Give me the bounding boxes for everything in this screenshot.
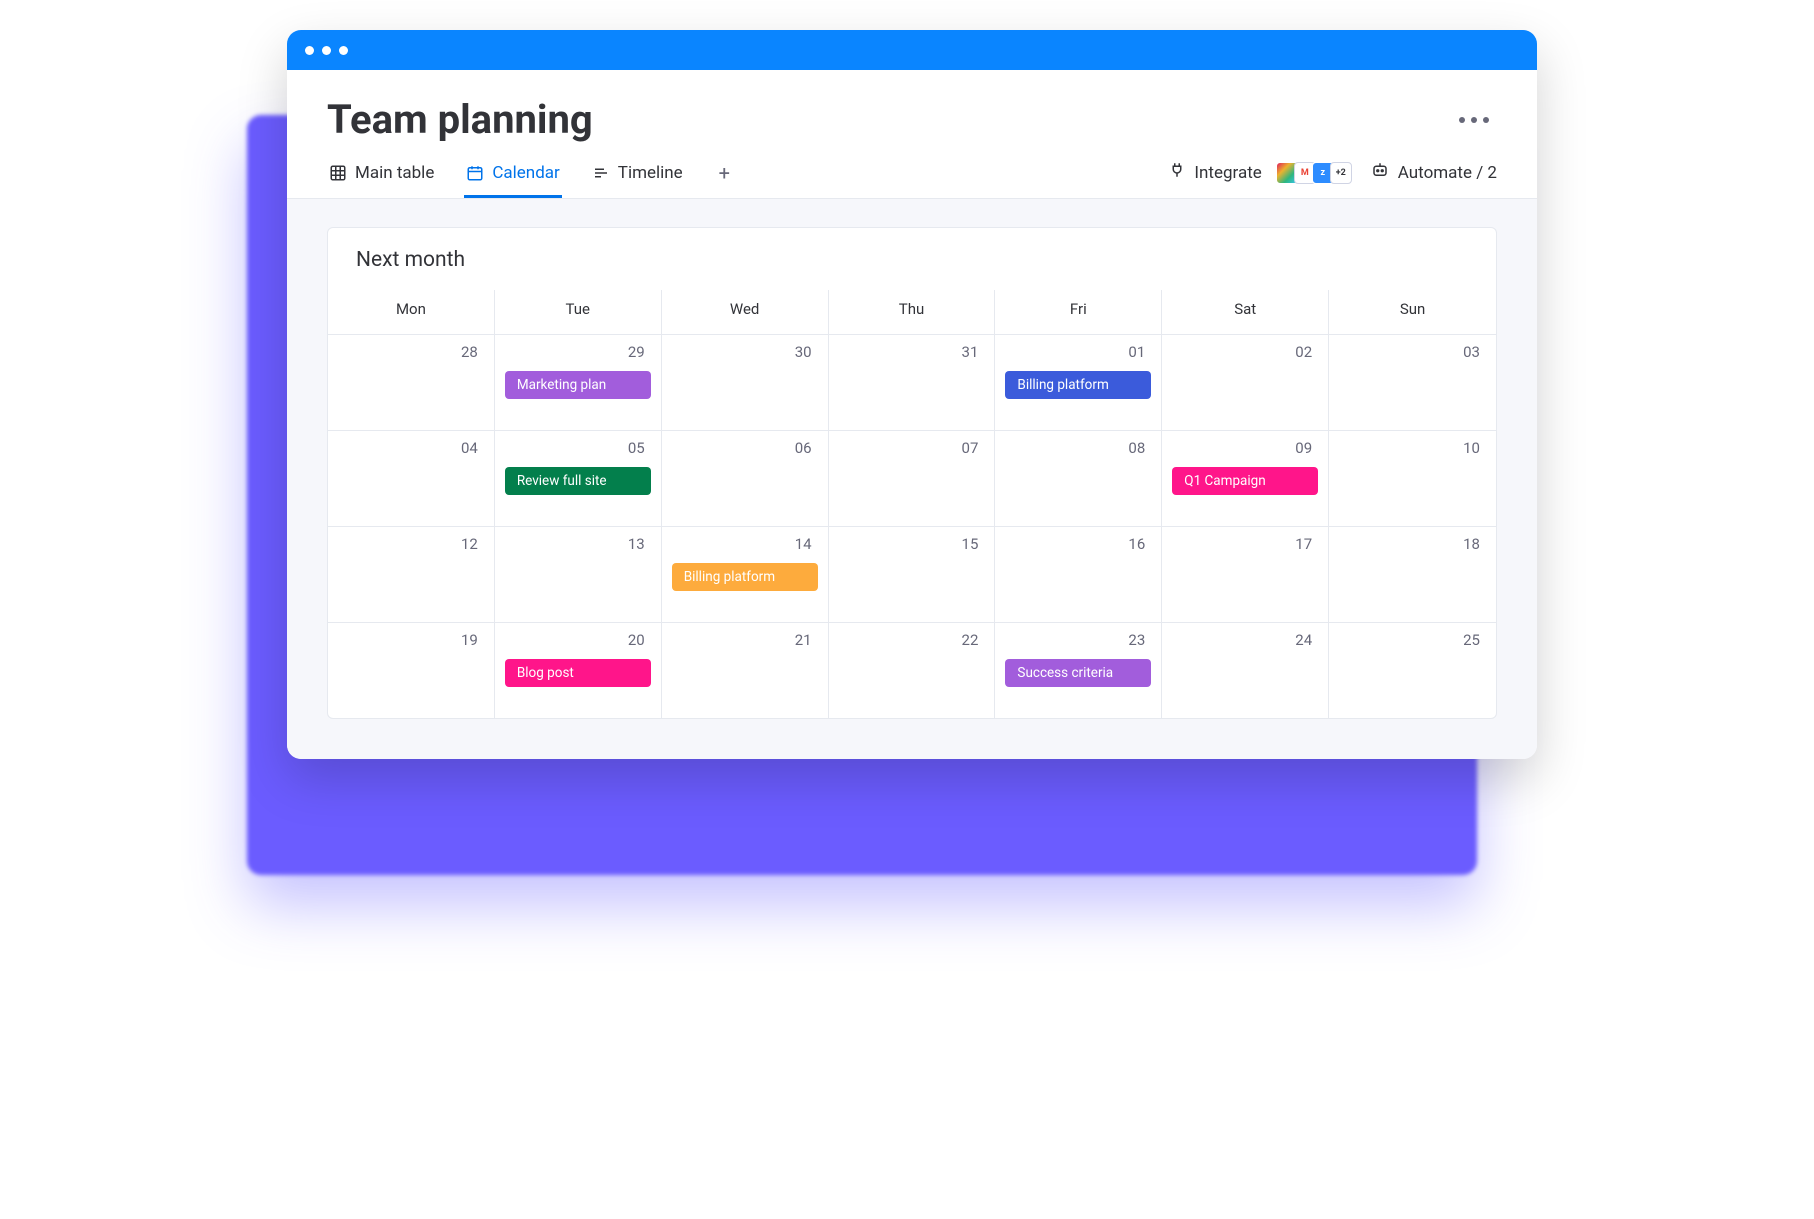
calendar-cell[interactable]: 20 Blog post <box>495 622 662 718</box>
date-number: 14 <box>672 535 818 553</box>
calendar-cell[interactable]: 31 <box>829 334 996 430</box>
calendar-cell[interactable]: 23 Success criteria <box>995 622 1162 718</box>
date-number: 16 <box>1005 535 1151 553</box>
date-number: 18 <box>1339 535 1486 553</box>
weekday-header: Thu <box>829 290 996 334</box>
calendar-event[interactable]: Billing platform <box>1005 371 1151 399</box>
date-number: 20 <box>505 631 651 649</box>
tab-label: Main table <box>355 163 434 183</box>
calendar-cell[interactable]: 09 Q1 Campaign <box>1162 430 1329 526</box>
tab-main-table[interactable]: Main table <box>327 157 436 198</box>
calendar-cell[interactable]: 08 <box>995 430 1162 526</box>
weekday-header: Sun <box>1329 290 1496 334</box>
tab-calendar[interactable]: Calendar <box>464 157 561 198</box>
date-number: 09 <box>1172 439 1318 457</box>
date-number: 02 <box>1172 343 1318 361</box>
calendar-cell[interactable]: 28 <box>328 334 495 430</box>
window-dot <box>339 46 348 55</box>
date-number: 13 <box>505 535 651 553</box>
calendar-cell[interactable]: 15 <box>829 526 996 622</box>
date-number: 05 <box>505 439 651 457</box>
automate-button[interactable]: Automate / 2 <box>1370 161 1497 184</box>
date-number: 15 <box>839 535 985 553</box>
date-number: 29 <box>505 343 651 361</box>
date-number: 01 <box>1005 343 1151 361</box>
calendar-cell[interactable]: 24 <box>1162 622 1329 718</box>
calendar-cell[interactable]: 06 <box>662 430 829 526</box>
tab-label: Calendar <box>492 163 559 183</box>
date-number: 28 <box>338 343 484 361</box>
calendar-event[interactable]: Blog post <box>505 659 651 687</box>
date-number: 04 <box>338 439 484 457</box>
calendar-event[interactable]: Billing platform <box>672 563 818 591</box>
weekday-header: Mon <box>328 290 495 334</box>
calendar-cell[interactable]: 17 <box>1162 526 1329 622</box>
calendar-cell[interactable]: 12 <box>328 526 495 622</box>
calendar-cell[interactable]: 19 <box>328 622 495 718</box>
add-view-button[interactable]: + <box>713 161 736 195</box>
calendar-cell[interactable]: 13 <box>495 526 662 622</box>
calendar-cell[interactable]: 05 Review full site <box>495 430 662 526</box>
app-window: Team planning Main table Calendar <box>287 30 1537 759</box>
calendar-cell[interactable]: 04 <box>328 430 495 526</box>
calendar-cell[interactable]: 18 <box>1329 526 1496 622</box>
page-title: Team planning <box>327 96 593 143</box>
calendar-cell[interactable]: 01 Billing platform <box>995 334 1162 430</box>
calendar-event[interactable]: Marketing plan <box>505 371 651 399</box>
window-dot <box>322 46 331 55</box>
weekday-header: Wed <box>662 290 829 334</box>
calendar-panel: Next month MonTueWedThuFriSatSun 28 29 Mar… <box>327 227 1497 719</box>
date-number: 23 <box>1005 631 1151 649</box>
date-number: 12 <box>338 535 484 553</box>
date-number: 10 <box>1339 439 1486 457</box>
calendar-event[interactable]: Review full site <box>505 467 651 495</box>
window-dot <box>305 46 314 55</box>
timeline-icon <box>592 164 610 182</box>
calendar-cell[interactable]: 02 <box>1162 334 1329 430</box>
tab-timeline[interactable]: Timeline <box>590 157 685 198</box>
window-titlebar <box>287 30 1537 70</box>
integration-more-badge: +2 <box>1330 162 1352 184</box>
plug-icon <box>1168 161 1186 184</box>
calendar-cell[interactable]: 22 <box>829 622 996 718</box>
calendar-cell[interactable]: 29 Marketing plan <box>495 334 662 430</box>
weekday-header: Fri <box>995 290 1162 334</box>
automate-label: Automate / 2 <box>1398 163 1497 183</box>
date-number: 24 <box>1172 631 1318 649</box>
date-number: 21 <box>672 631 818 649</box>
calendar-cell[interactable]: 10 <box>1329 430 1496 526</box>
calendar-icon <box>466 164 484 182</box>
table-icon <box>329 164 347 182</box>
view-tabs: Main table Calendar Timeline + <box>327 157 736 198</box>
calendar-cell[interactable]: 16 <box>995 526 1162 622</box>
calendar-cell[interactable]: 30 <box>662 334 829 430</box>
integrate-label: Integrate <box>1194 163 1261 183</box>
calendar-cell[interactable]: 07 <box>829 430 996 526</box>
date-number: 07 <box>839 439 985 457</box>
calendar-event[interactable]: Q1 Campaign <box>1172 467 1318 495</box>
integration-badges[interactable]: M z +2 <box>1280 162 1352 184</box>
calendar-cell[interactable]: 25 <box>1329 622 1496 718</box>
date-number: 22 <box>839 631 985 649</box>
calendar-cell[interactable]: 03 <box>1329 334 1496 430</box>
date-number: 19 <box>338 631 484 649</box>
date-number: 08 <box>1005 439 1151 457</box>
more-options-button[interactable] <box>1451 109 1497 131</box>
calendar-title: Next month <box>328 248 1496 290</box>
date-number: 25 <box>1339 631 1486 649</box>
integrate-button[interactable]: Integrate <box>1168 161 1261 184</box>
robot-icon <box>1370 161 1390 184</box>
weekday-header: Tue <box>495 290 662 334</box>
date-number: 03 <box>1339 343 1486 361</box>
calendar-event[interactable]: Success criteria <box>1005 659 1151 687</box>
weekday-header: Sat <box>1162 290 1329 334</box>
calendar-cell[interactable]: 21 <box>662 622 829 718</box>
date-number: 17 <box>1172 535 1318 553</box>
calendar-cell[interactable]: 14 Billing platform <box>662 526 829 622</box>
date-number: 06 <box>672 439 818 457</box>
date-number: 31 <box>839 343 985 361</box>
tab-label: Timeline <box>618 163 683 183</box>
date-number: 30 <box>672 343 818 361</box>
